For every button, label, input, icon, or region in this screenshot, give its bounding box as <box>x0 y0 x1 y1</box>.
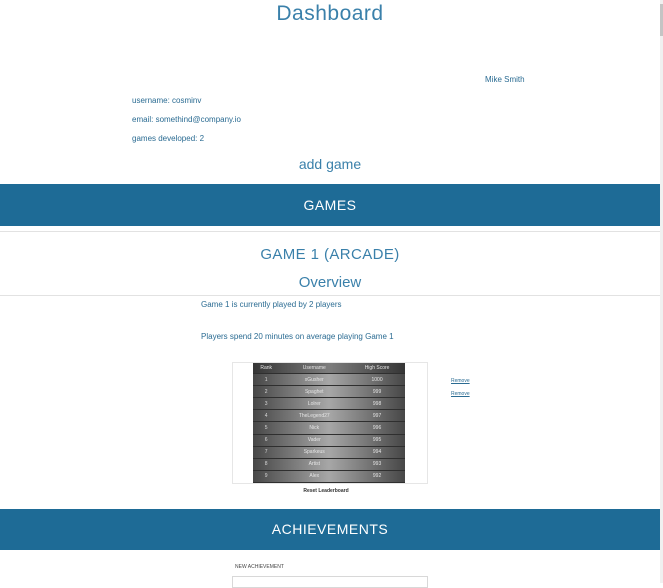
players-stat: Game 1 is currently played by 2 players <box>201 300 342 309</box>
new-achievement-input[interactable] <box>232 576 428 588</box>
score-cell: 999 <box>349 385 405 399</box>
rank-cell: 1 <box>253 373 280 387</box>
add-game-button[interactable]: add game <box>0 156 660 172</box>
game-title: GAME 1 (ARCADE) <box>260 246 400 263</box>
rank-cell: 3 <box>253 397 280 411</box>
score-cell: 996 <box>349 421 405 435</box>
table-row: 3 Lolrer 998 <box>253 397 405 411</box>
rank-cell: 9 <box>253 470 280 484</box>
divider <box>0 295 660 296</box>
rank-cell: 8 <box>253 458 280 471</box>
reset-leaderboard-button[interactable]: Reset Leaderboard <box>0 488 652 494</box>
leaderboard-table: Rank Username High Score 1 xGusher 1000 … <box>253 363 405 484</box>
rank-cell: 6 <box>253 434 280 447</box>
column-header-username: Username <box>279 363 350 374</box>
user-name: Mike Smith <box>485 75 525 84</box>
username-cell: TheLegend27 <box>279 409 350 423</box>
rank-cell: 2 <box>253 385 280 399</box>
avg-time-stat: Players spend 20 minutes on average play… <box>201 332 394 341</box>
email-info: email: somethind@company.io <box>132 115 241 124</box>
score-cell: 995 <box>349 434 405 447</box>
table-row: 9 Alex 992 <box>253 470 405 484</box>
rank-cell: 5 <box>253 421 280 435</box>
score-cell: 998 <box>349 397 405 411</box>
remove-entry-link[interactable]: Remove <box>451 378 470 384</box>
username-cell: Artist <box>279 458 350 471</box>
username-cell: Sparkeus <box>279 446 350 459</box>
username-cell: Nick <box>279 421 350 435</box>
divider <box>0 231 660 232</box>
score-cell: 1000 <box>349 373 405 387</box>
table-row: 2 Spaghet 999 <box>253 385 405 399</box>
score-cell: 992 <box>349 470 405 484</box>
username-cell: Vader <box>279 434 350 447</box>
leaderboard-panel: Rank Username High Score 1 xGusher 1000 … <box>232 362 428 484</box>
rank-cell: 4 <box>253 409 280 423</box>
games-developed-info: games developed: 2 <box>132 134 205 143</box>
overview-heading: Overview <box>298 274 362 291</box>
username-cell: Lolrer <box>279 397 350 411</box>
leaderboard-header-row: Rank Username High Score <box>253 363 405 374</box>
column-header-high-score: High Score <box>349 363 405 374</box>
achievements-section-header: ACHIEVEMENTS <box>0 509 660 550</box>
new-achievement-label: NEW ACHIEVEMENT <box>235 564 284 570</box>
table-row: 4 TheLegend27 997 <box>253 409 405 423</box>
username-cell: xGusher <box>279 373 350 387</box>
table-row: 6 Vader 995 <box>253 434 405 447</box>
column-header-rank: Rank <box>253 363 280 374</box>
username-cell: Alex <box>279 470 350 484</box>
games-section-header: GAMES <box>0 184 660 226</box>
remove-entry-link[interactable]: Remove <box>451 391 470 397</box>
username-info: username: cosminv <box>132 96 202 105</box>
table-row: 1 xGusher 1000 <box>253 373 405 387</box>
score-cell: 993 <box>349 458 405 471</box>
table-row: 5 Nick 996 <box>253 421 405 435</box>
score-cell: 994 <box>349 446 405 459</box>
score-cell: 997 <box>349 409 405 423</box>
username-cell: Spaghet <box>279 385 350 399</box>
table-row: 7 Sparkeus 994 <box>253 446 405 459</box>
table-row: 8 Artist 993 <box>253 458 405 471</box>
page-title: Dashboard <box>276 2 384 25</box>
rank-cell: 7 <box>253 446 280 459</box>
